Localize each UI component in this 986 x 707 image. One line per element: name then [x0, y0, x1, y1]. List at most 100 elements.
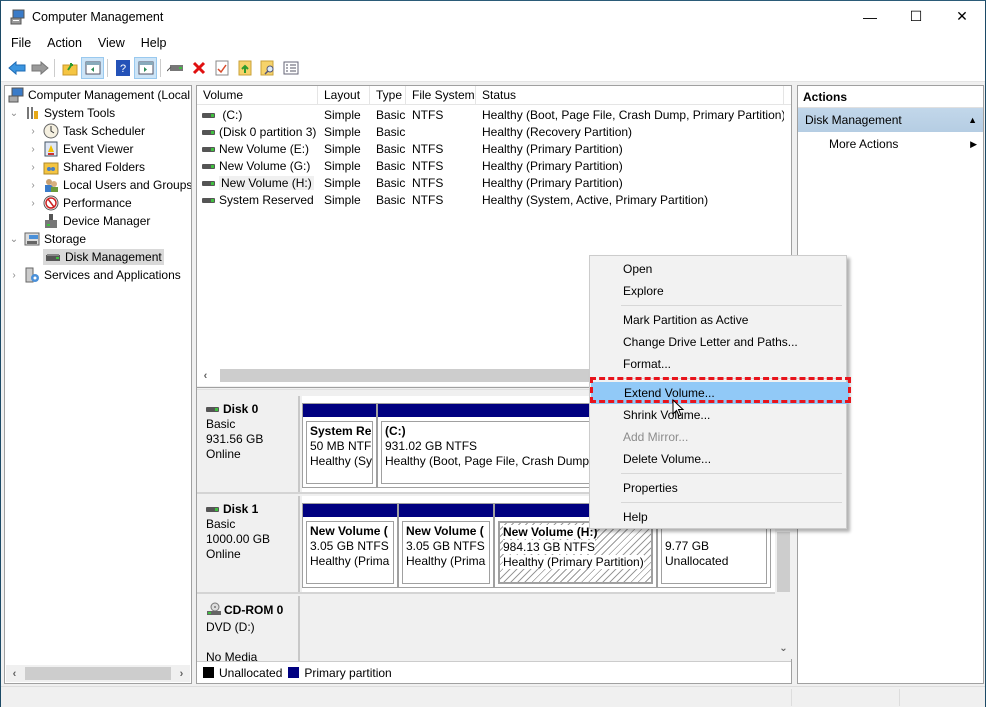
volume-list-row[interactable]: New Volume (E:) Simple Basic NTFS Healthy (P…	[197, 140, 791, 157]
up-one-level-button[interactable]	[58, 57, 81, 79]
context-menu-item-open[interactable]: Open	[590, 258, 846, 280]
tree-item-system-tools[interactable]: ⌄ System Tools	[8, 104, 115, 122]
tree-item-label: Performance	[63, 196, 132, 210]
cell-status: Healthy (Recovery Partition)	[482, 124, 633, 139]
chevron-down-icon[interactable]: ⌄	[8, 234, 20, 245]
tree-item-performance[interactable]: › Performance	[27, 194, 132, 212]
forward-button[interactable]	[28, 57, 51, 79]
column-header-status[interactable]: Status	[476, 86, 784, 104]
scrollbar-thumb[interactable]	[25, 667, 171, 680]
properties-button[interactable]	[210, 57, 233, 79]
context-menu-item-shrink-volume[interactable]: Shrink Volume...	[590, 404, 846, 426]
tree-item-storage[interactable]: ⌄ Storage	[8, 230, 86, 248]
volume-list-row[interactable]: (Disk 0 partition 3) Simple Basic Healthy (…	[197, 123, 791, 140]
column-header-layout[interactable]: Layout	[318, 86, 370, 104]
volume-list-row[interactable]: New Volume (H:) Simple Basic NTFS Healthy (P…	[197, 174, 791, 191]
partition-system-reserved[interactable]: System Re 50 MB NTFS Healthy (Sy	[302, 403, 377, 488]
context-menu-item-properties[interactable]: Properties	[590, 477, 846, 499]
partition-title: New Volume (	[406, 524, 484, 538]
computer-management-app-icon	[10, 9, 26, 25]
chevron-right-icon[interactable]: ›	[27, 198, 39, 209]
context-menu-item-mark-partition-as-active[interactable]: Mark Partition as Active	[590, 309, 846, 331]
menu-file[interactable]: File	[5, 36, 37, 50]
cell-type: Basic	[376, 124, 406, 139]
chevron-right-icon[interactable]: ›	[27, 180, 39, 191]
scrollbar-thumb[interactable]	[220, 369, 592, 382]
context-menu-item-change-drive-letter-and-paths[interactable]: Change Drive Letter and Paths...	[590, 331, 846, 353]
cell-fs: NTFS	[412, 107, 444, 122]
disk-info-cdrom-0[interactable]: CD-ROM 0 DVD (D:) No Media	[197, 596, 300, 666]
cell-volume: New Volume (E:)	[197, 142, 318, 156]
column-header-type[interactable]: Type	[370, 86, 406, 104]
context-menu-item-explore[interactable]: Explore	[590, 280, 846, 302]
context-menu-item-delete-volume[interactable]: Delete Volume...	[590, 448, 846, 470]
disk-info-disk-1[interactable]: Disk 1 Basic 1000.00 GB Online	[197, 496, 300, 592]
cell-status: Healthy (Boot, Page File, Crash Dump, Pr…	[482, 107, 784, 122]
submenu-arrow-icon: ▶	[970, 139, 977, 149]
tree-item-shared-folders[interactable]: › Shared Folders	[27, 158, 145, 176]
minimize-button[interactable]: —	[847, 1, 893, 32]
maximize-button[interactable]: ☐	[893, 1, 939, 32]
toolbar-separator	[107, 58, 108, 77]
volume-list-row[interactable]: (C:) Simple Basic NTFS Healthy (Boot, Page F…	[197, 106, 791, 123]
tree-item-disk-management[interactable]: Disk Management	[43, 248, 164, 266]
scroll-right-arrow-icon[interactable]: ›	[173, 665, 190, 682]
partition-size: 3.05 GB NTFS	[406, 539, 485, 553]
cell-layout: Simple	[324, 175, 361, 190]
tree-root-label: Computer Management (Local	[28, 88, 191, 102]
menu-view[interactable]: View	[92, 36, 131, 50]
column-header-file-system[interactable]: File System	[406, 86, 476, 104]
disk-state: Online	[206, 547, 241, 561]
context-menu-item-extend-volume[interactable]: Extend Volume...	[591, 382, 849, 404]
close-button[interactable]: ✕	[939, 1, 985, 32]
scroll-left-arrow-icon[interactable]: ‹	[197, 367, 214, 384]
menu-help[interactable]: Help	[135, 36, 173, 50]
scrollbar-thumb[interactable]	[777, 532, 790, 592]
back-button[interactable]	[5, 57, 28, 79]
chevron-right-icon[interactable]: ›	[27, 162, 39, 173]
show-hide-console-tree-button[interactable]	[81, 56, 104, 79]
tree-root-computer-management[interactable]: Computer Management (Local	[8, 86, 190, 104]
checklist-button[interactable]	[279, 57, 302, 79]
help-button[interactable]: ?	[111, 57, 134, 79]
volume-list-row[interactable]: System Reserved Simple Basic NTFS Healthy (S…	[197, 191, 791, 208]
volume-list-row[interactable]: New Volume (G:) Simple Basic NTFS Healthy (P…	[197, 157, 791, 174]
volume-drive-icon	[202, 146, 215, 152]
actions-section-disk-management[interactable]: Disk Management ▲	[798, 108, 983, 132]
disk-info-disk-0[interactable]: Disk 0 Basic 931.56 GB Online	[197, 396, 300, 492]
collapse-triangle-icon[interactable]: ▲	[968, 108, 977, 132]
tree-item-task-scheduler[interactable]: › Task Scheduler	[27, 122, 145, 140]
cell-type: Basic	[376, 175, 406, 190]
chevron-down-icon[interactable]: ⌄	[8, 108, 20, 119]
tree-item-label: Shared Folders	[63, 160, 146, 174]
context-menu-item-help[interactable]: Help	[590, 506, 846, 528]
column-header-volume[interactable]: Volume	[197, 86, 318, 104]
chevron-right-icon[interactable]: ›	[27, 126, 39, 137]
chevron-right-icon[interactable]: ›	[27, 144, 39, 155]
tree-item-local-users-groups[interactable]: › Local Users and Groups	[27, 176, 191, 194]
export-list-button[interactable]	[233, 57, 256, 79]
action-more-actions[interactable]: More Actions ▶	[798, 132, 983, 156]
computer-management-window: Computer Management — ☐ ✕ File Action Vi…	[0, 0, 986, 707]
tree-horizontal-scrollbar[interactable]: ‹ ›	[6, 665, 190, 682]
show-hide-action-pane-button[interactable]	[134, 56, 157, 79]
tree-item-device-manager[interactable]: Device Manager	[39, 212, 150, 230]
disk-row-cdrom-0[interactable]: CD-ROM 0 DVD (D:) No Media	[197, 596, 775, 666]
scroll-left-arrow-icon[interactable]: ‹	[6, 665, 23, 682]
volume-name: New Volume (G:)	[219, 158, 311, 173]
actions-header: Actions	[798, 86, 983, 108]
tree-item-event-viewer[interactable]: › Event Viewer	[27, 140, 133, 158]
disk-type: Basic	[206, 417, 236, 431]
cell-layout: Simple	[324, 107, 361, 122]
scroll-down-arrow-icon[interactable]: ⌄	[775, 643, 792, 657]
partition-new-volume-e[interactable]: New Volume ( 3.05 GB NTFS Healthy (Prima	[302, 503, 398, 588]
chevron-right-icon[interactable]: ›	[8, 270, 20, 281]
delete-button[interactable]	[187, 57, 210, 79]
search-button[interactable]	[256, 57, 279, 79]
tree-item-services-applications[interactable]: › Services and Applications	[8, 266, 181, 284]
context-menu-item-format[interactable]: Format...	[590, 353, 846, 375]
connect-drive-button[interactable]	[164, 57, 187, 79]
partition-size: 50 MB NTFS	[310, 439, 373, 453]
partition-new-volume-g[interactable]: New Volume ( 3.05 GB NTFS Healthy (Prima	[398, 503, 494, 588]
menu-action[interactable]: Action	[41, 36, 88, 50]
